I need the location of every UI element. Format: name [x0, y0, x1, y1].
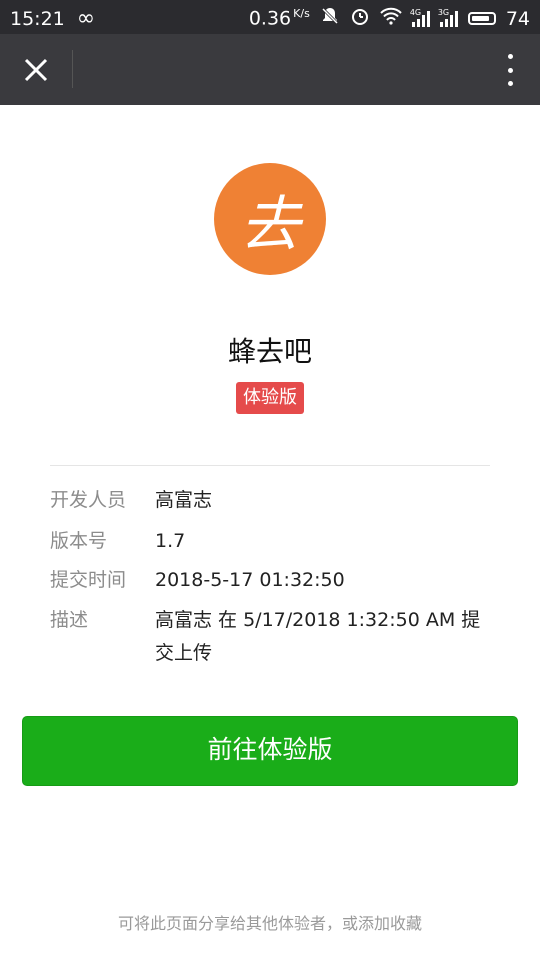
- app-logo-glyph: 去: [240, 189, 300, 260]
- description-value: 高富志 在 5/17/2018 1:32:50 AM 提交上传: [155, 609, 481, 664]
- signal-3g-label: 3G: [437, 7, 450, 17]
- app-name: 蜂去吧: [227, 335, 312, 368]
- navigation-bar: [0, 34, 540, 105]
- signal-4g-icon: 4G: [409, 7, 430, 27]
- network-speed: 0.36 K/s: [249, 7, 310, 29]
- info-row-version: 版本号 1.7: [50, 525, 500, 558]
- network-speed-value: 0.36: [248, 7, 292, 30]
- app-logo: 去: [214, 163, 326, 275]
- battery-icon: [467, 12, 496, 25]
- trial-version-badge: 体验版: [236, 382, 304, 414]
- info-row-submit-time: 提交时间 2018-5-17 01:32:50: [50, 564, 500, 597]
- version-label: 版本号: [50, 530, 108, 552]
- alarm-icon: [350, 6, 370, 31]
- status-bar: 15:21 ∞ 0.36 K/s 4G 3G 74: [0, 0, 540, 34]
- divider: [50, 465, 490, 466]
- description-label: 描述: [50, 609, 89, 631]
- close-button[interactable]: [14, 48, 58, 92]
- close-icon: [24, 58, 48, 82]
- submit-time-value: 2018-5-17 01:32:50: [155, 569, 345, 591]
- version-value: 1.7: [155, 530, 186, 552]
- submit-time-label: 提交时间: [50, 569, 127, 591]
- battery-level: 74: [505, 7, 530, 30]
- signal-4g-label: 4G: [409, 7, 422, 17]
- nav-divider: [72, 50, 73, 88]
- developer-label: 开发人员: [50, 489, 127, 511]
- signal-3g-icon: 3G: [437, 7, 458, 27]
- more-icon: [507, 54, 513, 59]
- more-button[interactable]: [500, 50, 520, 90]
- developer-value: 高富志: [155, 489, 213, 511]
- info-row-developer: 开发人员 高富志: [50, 484, 500, 517]
- link-icon: ∞: [76, 6, 96, 31]
- status-time: 15:21: [10, 7, 65, 30]
- open-trial-version-button[interactable]: 前往体验版: [22, 716, 518, 786]
- info-row-description: 描述 高富志 在 5/17/2018 1:32:50 AM 提交上传: [50, 604, 500, 670]
- wifi-icon: [380, 7, 402, 30]
- mute-icon: [320, 6, 340, 31]
- share-hint: 可将此页面分享给其他体验者，或添加收藏: [117, 914, 422, 933]
- network-speed-unit: K/s: [293, 7, 310, 21]
